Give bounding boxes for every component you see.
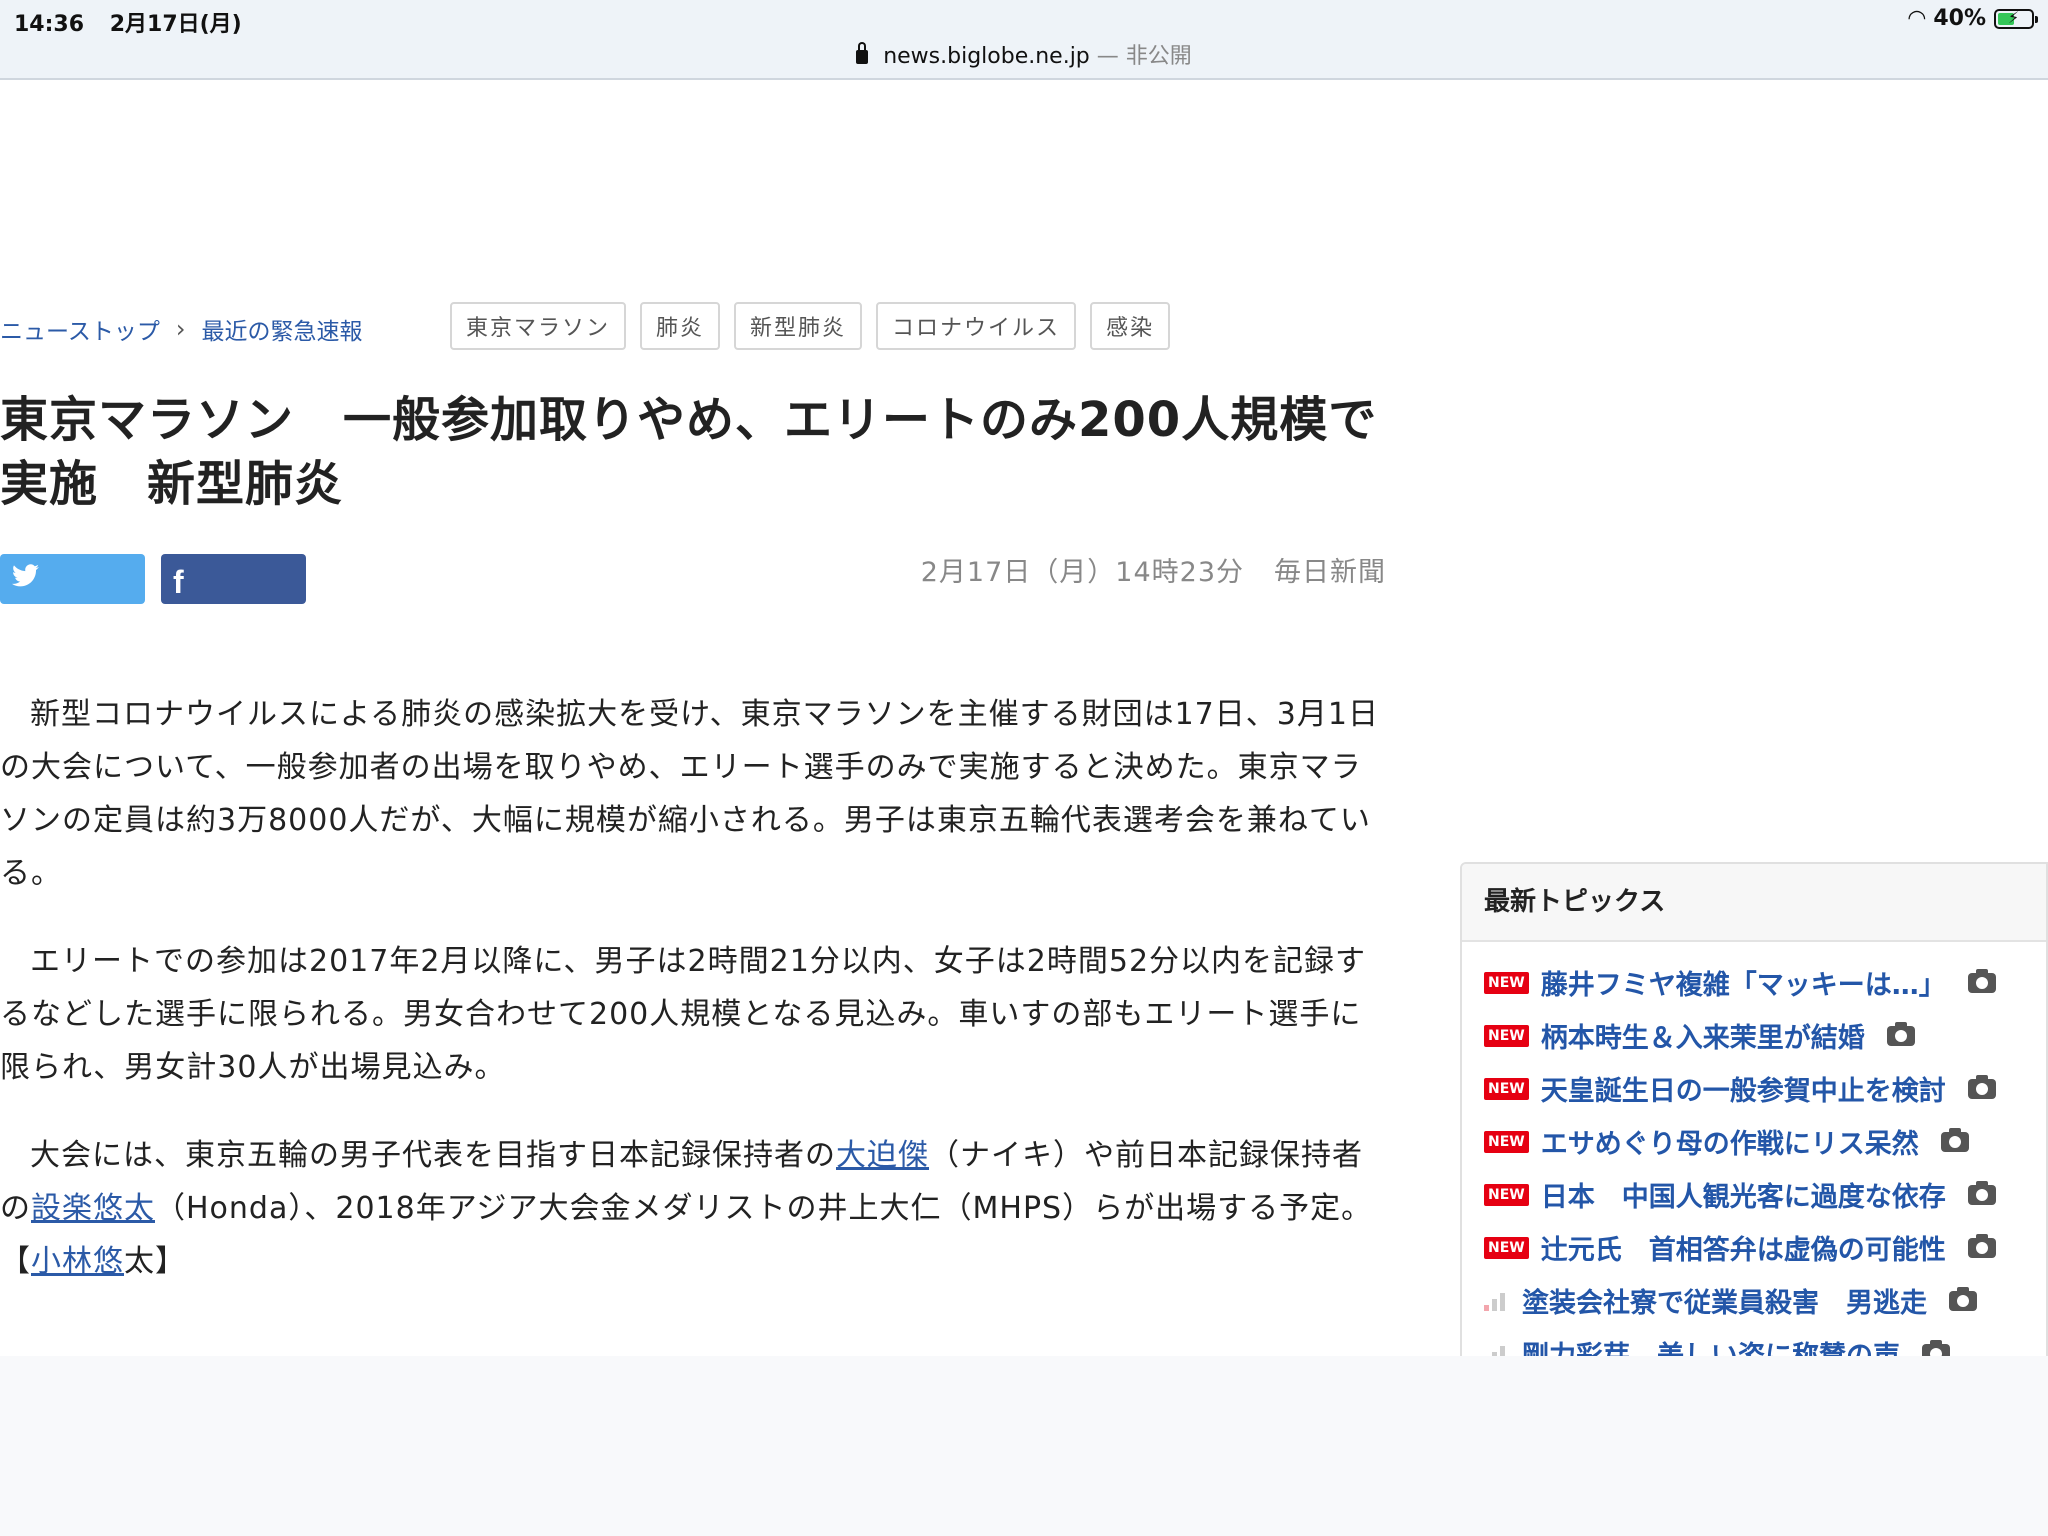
topic-item[interactable]: NEW 天皇誕生日の一般参賀中止を検討 (1484, 1062, 2046, 1115)
topic-title[interactable]: 藤井フミヤ複雑「マッキーは…」 (1541, 963, 1946, 1002)
new-badge: NEW (1484, 1183, 1529, 1206)
paragraph-text: （Honda）、2018年アジア大会金メダリストの井上大仁（MHPS）らが出場す… (0, 1191, 1373, 1279)
tag-new-pneumonia[interactable]: 新型肺炎 (734, 302, 863, 350)
url-separator: — (1096, 44, 1119, 69)
topic-item[interactable]: NEW 辻元氏 首相答弁は虚偽の可能性 (1484, 1221, 2046, 1274)
wifi-icon: ◠ (1908, 6, 1926, 31)
tag-coronavirus[interactable]: コロナウイルス (876, 302, 1077, 350)
breadcrumb: ニューストップ › 最近の緊急速報 (0, 312, 362, 346)
clock-time: 14:36 (14, 12, 85, 37)
topic-title[interactable]: 塗装会社寮で従業員殺害 男逃走 (1522, 1281, 1927, 1320)
camera-icon (1967, 968, 1996, 993)
article-body: 新型コロナウイルスによる肺炎の感染拡大を受け、東京マラソンを主催する財団は17日… (0, 688, 1385, 1323)
chevron-right-icon: › (175, 315, 186, 343)
ranking-icon (1484, 1291, 1512, 1311)
clock-date: 2月17日(月) (109, 12, 242, 37)
person-link-osako[interactable]: 大迫傑 (836, 1138, 929, 1173)
new-badge: NEW (1484, 1236, 1529, 1259)
article-date: 2月17日（月）14時23分 (920, 557, 1244, 588)
tag-infection[interactable]: 感染 (1090, 302, 1171, 350)
battery-charging-icon: ⚡ (1994, 8, 2038, 29)
topic-item[interactable]: 塗装会社寮で従業員殺害 男逃走 (1484, 1274, 2046, 1327)
battery-percent: 40% (1933, 6, 1986, 31)
article-meta: 2月17日（月）14時23分 毎日新聞 (921, 550, 1386, 589)
latest-topics-heading: 最新トピックス (1462, 864, 2046, 942)
topic-item[interactable]: 剛力彩芽 美しい姿に称賛の声 (1484, 1327, 2046, 1356)
latest-topics-panel: 最新トピックス NEW 藤井フミヤ複雑「マッキーは…」 NEW 柄本時生＆入来茉里が… (1460, 862, 2048, 1358)
new-badge: NEW (1484, 971, 1529, 994)
topic-title[interactable]: 柄本時生＆入来茉里が結婚 (1541, 1016, 1865, 1055)
facebook-share-button[interactable]: f (161, 554, 306, 604)
status-indicators: ◠ 40% ⚡ (1908, 6, 2038, 31)
article-paragraph-3: 大会には、東京五輪の男子代表を目指す日本記録保持者の大迫傑（ナイキ）や前日本記録… (0, 1129, 1385, 1288)
camera-icon (1886, 1021, 1915, 1046)
new-badge: NEW (1484, 1077, 1529, 1100)
tag-pneumonia[interactable]: 肺炎 (640, 302, 721, 350)
article-source: 毎日新聞 (1274, 557, 1386, 588)
article-paragraph-2: エリートでの参加は2017年2月以降に、男子は2時間21分以内、女子は2時間52… (0, 944, 1367, 1085)
tag-tokyo-marathon[interactable]: 東京マラソン (450, 302, 627, 350)
camera-icon (1967, 1180, 1996, 1205)
topic-item[interactable]: NEW エサめぐり母の作戦にリス呆然 (1484, 1115, 2046, 1168)
page-footer-area (0, 1356, 2048, 1536)
breadcrumb-home-link[interactable]: ニューストップ (0, 312, 160, 346)
topic-title[interactable]: 天皇誕生日の一般参賀中止を検討 (1541, 1069, 1946, 1108)
topics-list: NEW 藤井フミヤ複雑「マッキーは…」 NEW 柄本時生＆入来茉里が結婚 NEW 天皇… (1462, 942, 2046, 1356)
person-link-kobayashi[interactable]: 小林悠 (31, 1244, 124, 1279)
camera-icon (1967, 1074, 1996, 1099)
lock-icon (856, 42, 869, 64)
person-link-shitara[interactable]: 設楽悠太 (31, 1191, 155, 1226)
topic-title[interactable]: 辻元氏 首相答弁は虚偽の可能性 (1541, 1228, 1946, 1267)
facebook-icon: f (173, 564, 184, 600)
topic-title[interactable]: 日本 中国人観光客に過度な依存 (1541, 1175, 1946, 1214)
twitter-share-button[interactable] (0, 554, 145, 604)
topic-item[interactable]: NEW 柄本時生＆入来茉里が結婚 (1484, 1009, 2046, 1062)
tag-list: 東京マラソン 肺炎 新型肺炎 コロナウイルス 感染 (450, 302, 1171, 350)
paragraph-text: 太】 (124, 1244, 186, 1279)
private-mode-label: 非公開 (1125, 44, 1192, 69)
article-title: 東京マラソン 一般参加取りやめ、エリートのみ200人規模で実施 新型肺炎 (0, 392, 1378, 512)
article-paragraph-1: 新型コロナウイルスによる肺炎の感染拡大を受け、東京マラソンを主催する財団は17日… (0, 697, 1379, 891)
breadcrumb-category-link[interactable]: 最近の緊急速報 (201, 312, 362, 346)
topic-title[interactable]: エサめぐり母の作戦にリス呆然 (1541, 1122, 1919, 1161)
camera-icon (1967, 1233, 1996, 1258)
camera-icon (1940, 1127, 1969, 1152)
camera-icon (1949, 1286, 1977, 1311)
topic-item[interactable]: NEW 日本 中国人観光客に過度な依存 (1484, 1168, 2046, 1221)
topic-title[interactable]: 剛力彩芽 美しい姿に称賛の声 (1522, 1334, 1900, 1356)
address-bar[interactable]: news.biglobe.ne.jp — 非公開 (0, 38, 2048, 70)
topic-item[interactable]: NEW 藤井フミヤ複雑「マッキーは…」 (1484, 956, 2046, 1009)
paragraph-text: 大会には、東京五輪の男子代表を目指す日本記録保持者の (30, 1138, 836, 1173)
status-time: 14:36 2月17日(月) (14, 6, 242, 38)
new-badge: NEW (1484, 1130, 1529, 1153)
status-bar: 14:36 2月17日(月) ◠ 40% ⚡ news.biglobe.ne.j… (0, 0, 2048, 80)
twitter-icon (12, 562, 40, 595)
new-badge: NEW (1484, 1024, 1529, 1047)
url-domain: news.biglobe.ne.jp (883, 44, 1090, 69)
